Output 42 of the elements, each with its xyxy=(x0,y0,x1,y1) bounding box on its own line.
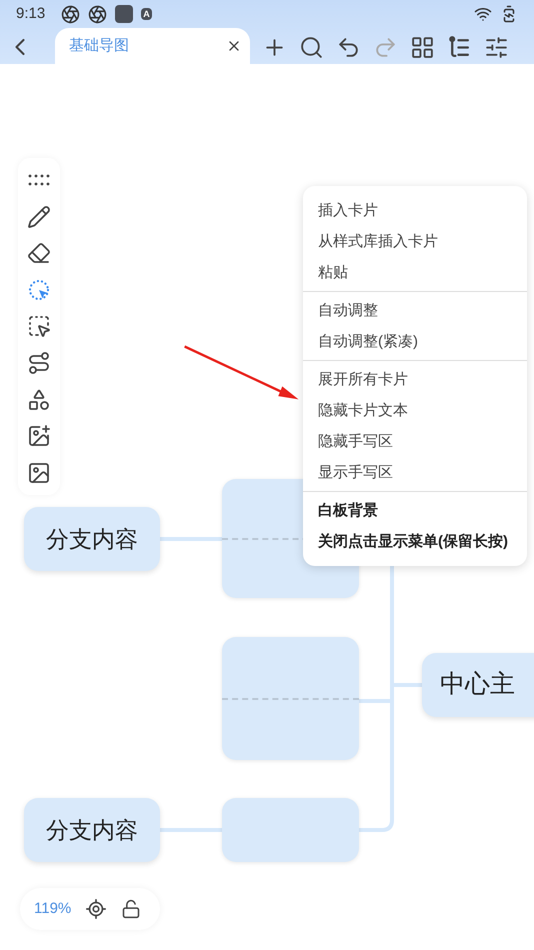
menu-item[interactable]: 自动调整(紧凑) xyxy=(303,326,527,357)
connector-line xyxy=(160,537,222,541)
menu-item[interactable]: 隐藏卡片文本 xyxy=(303,395,527,426)
node-text: 分支内容 xyxy=(46,816,138,845)
card-node[interactable] xyxy=(222,798,359,862)
notification-icon xyxy=(88,4,108,24)
outline-icon[interactable] xyxy=(447,34,472,60)
notification-badge: A xyxy=(141,8,152,20)
menu-item[interactable]: 隐藏手写区 xyxy=(303,426,527,457)
menu-item[interactable]: 自动调整 xyxy=(303,295,527,326)
selection-icon[interactable] xyxy=(27,314,51,338)
notification-icon xyxy=(115,5,134,23)
branch-node[interactable]: 分支内容 xyxy=(24,507,160,571)
pencil-icon[interactable] xyxy=(27,204,51,229)
tab-title: 基础导图 xyxy=(69,36,130,56)
menu-item[interactable]: 粘贴 xyxy=(303,257,527,288)
node-text: 中心主 xyxy=(440,669,515,700)
image-icon[interactable] xyxy=(27,460,51,485)
locate-icon[interactable] xyxy=(85,898,108,920)
branch-node[interactable]: 分支内容 xyxy=(24,798,160,862)
settings-icon[interactable] xyxy=(484,34,509,60)
menu-item[interactable]: 关闭点击显示菜单(保留长按) xyxy=(303,526,527,557)
menu-item[interactable]: 从样式库插入卡片 xyxy=(303,226,527,257)
add-image-icon[interactable] xyxy=(27,424,51,448)
search-icon[interactable] xyxy=(299,34,324,60)
notification-icon xyxy=(61,4,80,24)
connector-line xyxy=(160,828,222,832)
central-topic-node[interactable]: 中心主 xyxy=(422,653,534,717)
wifi-icon xyxy=(474,5,492,23)
connector-icon[interactable] xyxy=(27,351,51,375)
shapes-icon[interactable] xyxy=(27,388,51,412)
clock-time: 9:13 xyxy=(16,4,46,24)
unlock-icon[interactable] xyxy=(121,899,142,919)
lasso-icon[interactable] xyxy=(27,278,51,302)
menu-item[interactable]: 展开所有卡片 xyxy=(303,364,527,395)
node-text: 分支内容 xyxy=(46,524,138,554)
card-node[interactable] xyxy=(222,637,359,760)
menu-item[interactable]: 白板背景 xyxy=(303,495,527,526)
menu-item[interactable]: 显示手写区 xyxy=(303,457,527,488)
menu-item[interactable]: 插入卡片 xyxy=(303,195,527,226)
eraser-icon[interactable] xyxy=(27,241,51,266)
grid-icon[interactable] xyxy=(410,34,435,60)
